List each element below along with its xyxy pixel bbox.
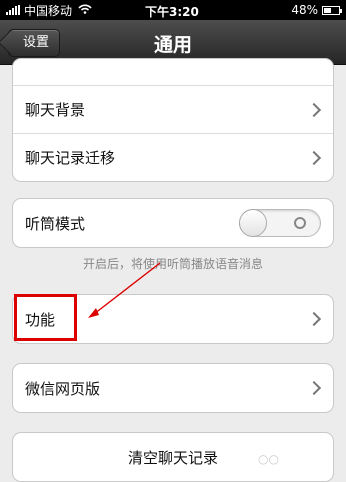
annotation-arrow-icon [88, 262, 161, 318]
watermark-icon: ○○ [258, 452, 279, 466]
